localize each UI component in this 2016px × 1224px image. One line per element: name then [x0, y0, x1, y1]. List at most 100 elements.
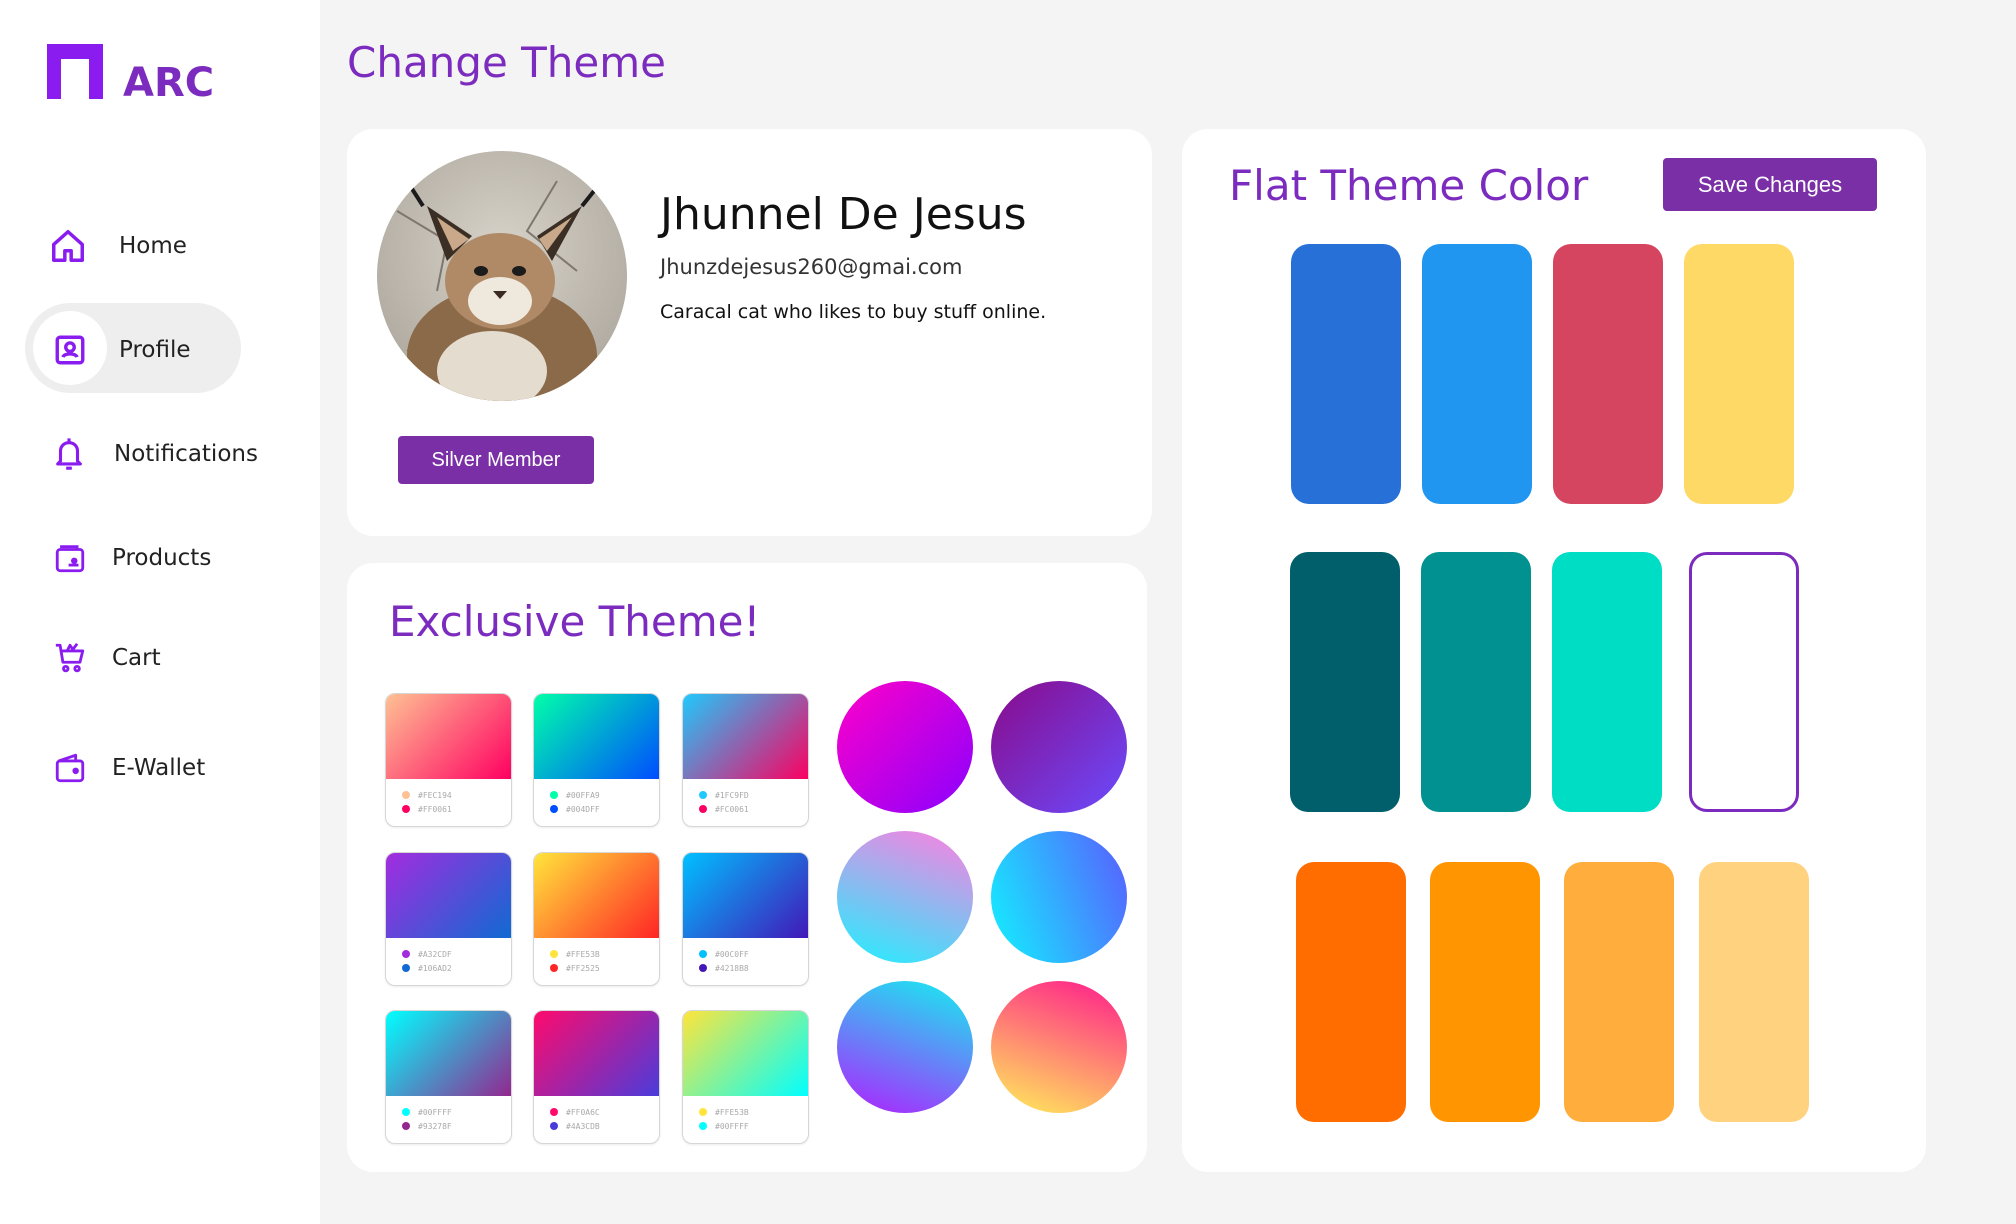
gradient-legend: #FFE53B #FF2525: [534, 938, 659, 975]
color-hex-label: #00FFFF: [715, 1121, 749, 1131]
flat-color-swatch[interactable]: [1552, 552, 1662, 812]
flat-color-swatch[interactable]: [1564, 862, 1674, 1122]
sidebar-item-home[interactable]: Home: [48, 226, 187, 266]
sidebar-item-cart[interactable]: Cart: [50, 638, 161, 678]
color-hex-label: #FFE53B: [715, 1107, 749, 1117]
gradient-theme-card[interactable]: #FFE53B #00FFFF: [682, 1010, 809, 1144]
gradient-theme-circle[interactable]: [837, 831, 973, 963]
gradient-theme-card[interactable]: #00FFFF #93278F: [385, 1010, 512, 1144]
sidebar-item-label: Cart: [112, 645, 161, 671]
gradient-legend: #00FFFF #93278F: [386, 1096, 511, 1133]
color-dot: [550, 950, 558, 958]
gradient-legend: #A32CDF #106AD2: [386, 938, 511, 975]
home-icon: [48, 226, 88, 266]
gradient-preview: [534, 694, 659, 779]
color-hex-label: #00C0FF: [715, 949, 749, 959]
flat-color-swatch[interactable]: [1699, 862, 1809, 1122]
sidebar-item-notifications[interactable]: Notifications: [49, 434, 258, 474]
gradient-legend: #FFE53B #00FFFF: [683, 1096, 808, 1133]
color-dot: [550, 1108, 558, 1116]
gradient-theme-card[interactable]: #00C0FF #4218B8: [682, 852, 809, 986]
gradient-preview: [534, 1011, 659, 1096]
gradient-legend: #FEC194 #FF0061: [386, 779, 511, 816]
flat-color-swatch[interactable]: [1421, 552, 1531, 812]
sidebar-item-label: E-Wallet: [112, 755, 206, 781]
color-hex-label: #A32CDF: [418, 949, 452, 959]
color-hex-label: #FF2525: [566, 963, 600, 973]
gradient-theme-card[interactable]: #00FFA9 #004DFF: [533, 693, 660, 827]
gradient-legend: #FF0A6C #4A3CDB: [534, 1096, 659, 1133]
color-dot: [402, 791, 410, 799]
gradient-theme-card[interactable]: #FFE53B #FF2525: [533, 852, 660, 986]
gradient-theme-card[interactable]: #1FC9FD #FC0061: [682, 693, 809, 827]
flat-color-swatch[interactable]: [1684, 244, 1794, 504]
flat-color-swatch[interactable]: [1290, 552, 1400, 812]
color-hex-label: #FC0061: [715, 804, 749, 814]
color-hex-label: #1FC9FD: [715, 790, 749, 800]
color-hex-label: #FFE53B: [566, 949, 600, 959]
profile-icon: [50, 330, 90, 370]
sidebar-item-label: Notifications: [114, 441, 258, 467]
gradient-preview: [386, 694, 511, 779]
flat-color-swatch[interactable]: [1291, 244, 1401, 504]
logo-text: ARC: [123, 60, 215, 106]
color-dot: [699, 1108, 707, 1116]
gradient-theme-circle[interactable]: [991, 831, 1127, 963]
gradient-theme-circle[interactable]: [991, 681, 1127, 813]
flat-theme-card: Flat Theme Color Save Changes: [1182, 129, 1926, 1172]
products-icon: [50, 538, 90, 578]
exclusive-theme-title: Exclusive Theme!: [389, 597, 761, 646]
color-hex-label: #FF0061: [418, 804, 452, 814]
gradient-theme-circle[interactable]: [837, 681, 973, 813]
gradient-preview: [683, 1011, 808, 1096]
sidebar-item-profile[interactable]: Profile: [50, 330, 191, 370]
profile-email: Jhunzdejesus260@gmai.com: [660, 255, 963, 279]
color-dot: [550, 805, 558, 813]
wallet-icon: [50, 748, 90, 788]
color-dot: [402, 1108, 410, 1116]
profile-name: Jhunnel De Jesus: [660, 189, 1027, 240]
color-dot: [550, 1122, 558, 1130]
avatar[interactable]: [377, 151, 627, 401]
flat-color-swatch[interactable]: [1689, 552, 1799, 812]
flat-color-swatch[interactable]: [1430, 862, 1540, 1122]
color-dot: [699, 950, 707, 958]
gradient-preview: [534, 853, 659, 938]
color-dot: [699, 805, 707, 813]
gradient-legend: #1FC9FD #FC0061: [683, 779, 808, 816]
gradient-legend: #00FFA9 #004DFF: [534, 779, 659, 816]
sidebar-item-ewallet[interactable]: E-Wallet: [50, 748, 205, 788]
profile-card: Jhunnel De Jesus Jhunzdejesus260@gmai.co…: [347, 129, 1152, 536]
color-dot: [550, 964, 558, 972]
logo: ARC: [47, 44, 214, 103]
arc-logo-icon: [47, 44, 103, 99]
color-dot: [699, 791, 707, 799]
color-dot: [402, 1122, 410, 1130]
gradient-legend: #00C0FF #4218B8: [683, 938, 808, 975]
color-hex-label: #004DFF: [566, 804, 600, 814]
sidebar-item-label: Home: [119, 233, 187, 259]
flat-color-swatch[interactable]: [1296, 862, 1406, 1122]
page-title: Change Theme: [347, 38, 667, 87]
color-hex-label: #00FFA9: [566, 790, 600, 800]
gradient-theme-card[interactable]: #A32CDF #106AD2: [385, 852, 512, 986]
flat-color-swatch[interactable]: [1422, 244, 1532, 504]
sidebar-item-products[interactable]: Products: [50, 538, 211, 578]
color-dot: [699, 1122, 707, 1130]
gradient-theme-circle[interactable]: [837, 981, 973, 1113]
gradient-theme-card[interactable]: #FF0A6C #4A3CDB: [533, 1010, 660, 1144]
color-dot: [699, 964, 707, 972]
color-hex-label: #00FFFF: [418, 1107, 452, 1117]
membership-badge[interactable]: Silver Member: [398, 436, 594, 484]
color-dot: [402, 805, 410, 813]
gradient-theme-circle[interactable]: [991, 981, 1127, 1113]
flat-color-swatch[interactable]: [1553, 244, 1663, 504]
gradient-preview: [683, 853, 808, 938]
color-hex-label: #93278F: [418, 1121, 452, 1131]
sidebar-item-label: Products: [112, 545, 212, 571]
gradient-theme-card[interactable]: #FEC194 #FF0061: [385, 693, 512, 827]
flat-theme-title: Flat Theme Color: [1229, 161, 1589, 210]
gradient-preview: [386, 853, 511, 938]
save-changes-button[interactable]: Save Changes: [1663, 158, 1877, 211]
gradient-preview: [386, 1011, 511, 1096]
